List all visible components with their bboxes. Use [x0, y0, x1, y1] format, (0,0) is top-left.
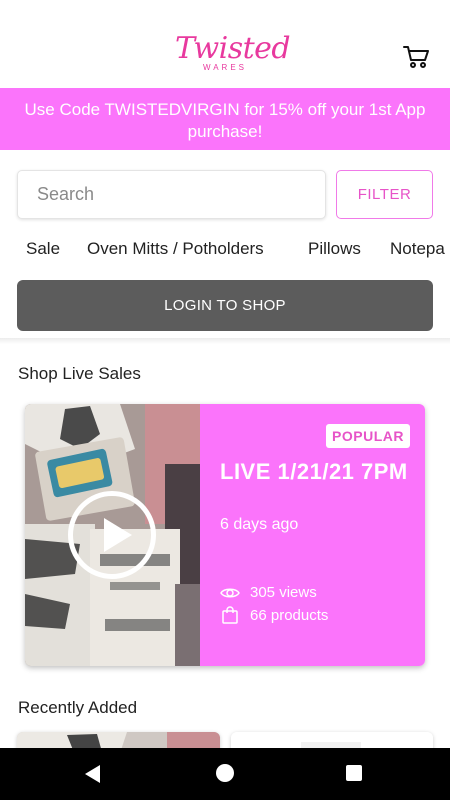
- shopping-bag-icon: [222, 606, 238, 624]
- promo-banner[interactable]: Use Code TWISTEDVIRGIN for 15% off your …: [0, 88, 450, 150]
- category-tab-pillows[interactable]: Pillows: [308, 236, 361, 262]
- live-sales-heading: Shop Live Sales: [18, 364, 141, 383]
- app-screen: Twisted WARES Use Code TWISTEDVIRGIN for…: [0, 0, 450, 800]
- home-icon[interactable]: [216, 764, 234, 782]
- popular-badge: POPULAR: [326, 424, 410, 448]
- logo-wordmark: Twisted: [175, 31, 291, 66]
- live-sale-card[interactable]: POPULAR LIVE 1/21/21 7PM 6 days ago 305 …: [25, 404, 425, 666]
- recently-added-heading: Recently Added: [18, 698, 138, 717]
- cart-icon[interactable]: [402, 44, 430, 70]
- category-tab-notepads[interactable]: Notepa: [390, 236, 445, 262]
- login-to-shop-button[interactable]: LOGIN TO SHOP: [17, 280, 433, 331]
- section-divider: [0, 338, 450, 344]
- views-count: 305 views: [250, 584, 317, 601]
- live-sale-title: LIVE 1/21/21 7PM: [220, 459, 408, 484]
- system-nav-bar: [0, 748, 450, 800]
- back-icon[interactable]: [85, 765, 100, 783]
- recent-apps-icon[interactable]: [346, 765, 362, 781]
- live-sale-thumbnail[interactable]: [25, 404, 200, 666]
- filter-button[interactable]: FILTER: [336, 170, 433, 219]
- category-tab-oven-mitts[interactable]: Oven Mitts / Potholders: [87, 236, 264, 262]
- eye-icon: [220, 588, 240, 597]
- play-video-icon[interactable]: [68, 491, 156, 579]
- category-tab-sale[interactable]: Sale: [26, 236, 60, 262]
- live-sale-info[interactable]: POPULAR LIVE 1/21/21 7PM 6 days ago 305 …: [200, 404, 425, 666]
- category-tabs: Sale Oven Mitts / Potholders Pillows Not…: [0, 236, 450, 264]
- app-header: Twisted WARES: [0, 0, 450, 88]
- products-stat: 66 products: [220, 606, 328, 624]
- views-stat: 305 views: [220, 584, 317, 601]
- search-field[interactable]: [17, 170, 326, 219]
- products-count: 66 products: [250, 606, 329, 624]
- live-sale-time-ago: 6 days ago: [220, 516, 299, 533]
- search-input[interactable]: [18, 171, 325, 218]
- twisted-wares-logo[interactable]: Twisted WARES: [175, 31, 291, 80]
